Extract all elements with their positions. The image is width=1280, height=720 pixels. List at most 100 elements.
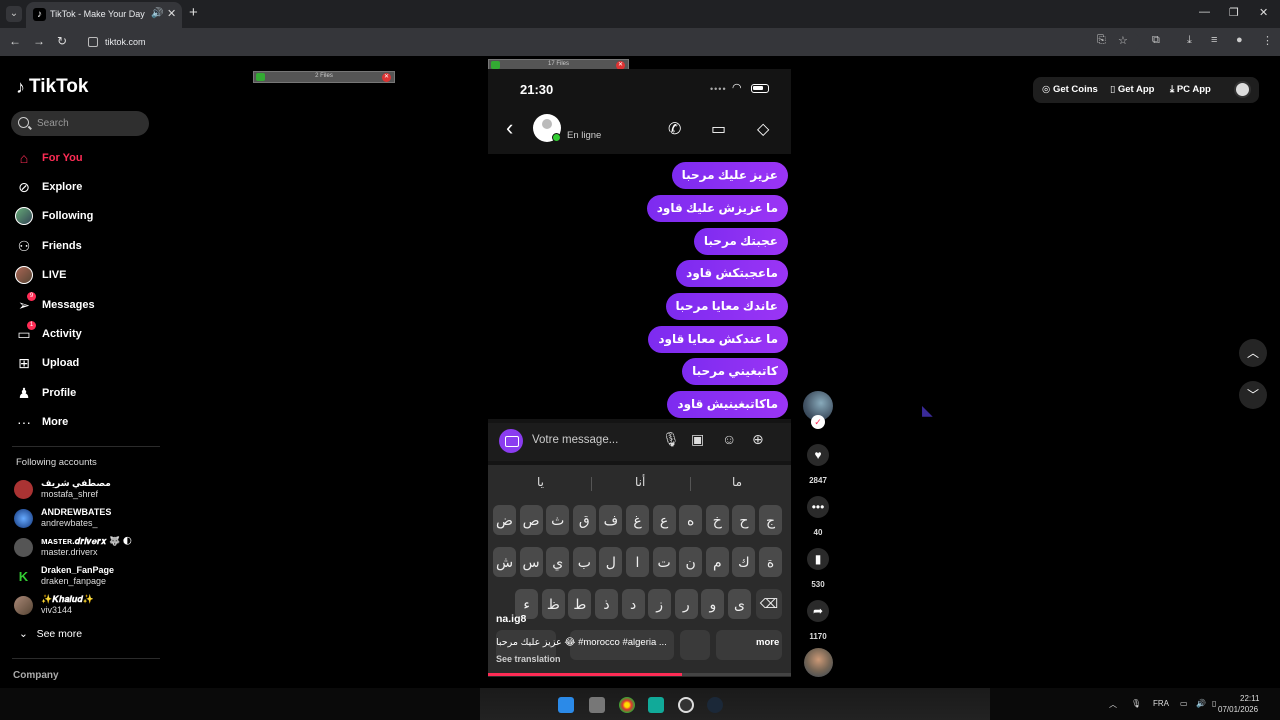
home-icon: ⌂ <box>19 150 29 166</box>
tab-search-dropdown-icon[interactable]: ⌄ <box>6 6 22 22</box>
user-avatar[interactable] <box>1234 81 1251 98</box>
message-composer: Votre message... 🎙 ▣ ☺ ⊕ <box>488 423 791 461</box>
close-window-icon[interactable]: ✕ <box>1259 6 1268 19</box>
keyboard-suggestion: أنا <box>635 475 646 489</box>
account-name: ᴍᴀsᴛᴇʀ.𝒅𝒓𝒊𝒗𝒆𝒓𝒙 🐺 🌓 <box>41 536 133 546</box>
next-video-chevron-down-icon[interactable]: ﹀ <box>1239 381 1267 409</box>
divider <box>12 658 160 659</box>
files-overlay-left[interactable]: 2 Files ✕ <box>253 71 395 83</box>
nav-label: Profile <box>42 387 77 399</box>
get-coins-button[interactable]: ◎ Get Coins <box>1042 84 1098 95</box>
extensions-icon[interactable]: ⧉ <box>1152 34 1160 47</box>
messages-badge: 9 <box>27 292 36 301</box>
share-arrow-icon[interactable]: ➦ <box>807 600 829 622</box>
file-explorer-icon[interactable] <box>589 697 605 713</box>
nav-friends[interactable]: ⚇ Friends <box>14 235 82 257</box>
nav-upload[interactable]: ⊞ Upload <box>14 352 79 374</box>
clock-time[interactable]: 22:11 <box>1240 694 1259 703</box>
tab-audio-icon[interactable]: 🔊 <box>151 8 163 19</box>
nav-following[interactable]: Following <box>14 205 93 227</box>
wifi-icon: ◠ <box>732 82 742 94</box>
search-input[interactable]: Search <box>37 118 69 129</box>
chrome-menu-icon[interactable]: ⋮ <box>1262 34 1273 47</box>
video-player[interactable]: 21:30 •••• ◠ ‹ En ligne ✆ ▭ ◇ عزيز عليك … <box>488 69 791 677</box>
minimize-icon[interactable]: — <box>1199 6 1210 18</box>
pc-app-button[interactable]: ⤓ PC App <box>1170 84 1211 95</box>
nav-explore[interactable]: ⊘ Explore <box>14 176 82 198</box>
nav-activity[interactable]: ▭ 1 Activity <box>14 321 82 345</box>
see-translation-button[interactable]: See translation <box>496 654 561 664</box>
video-author[interactable]: na.ig8 <box>496 613 526 625</box>
signal-icon: •••• <box>710 84 727 94</box>
account-name: ✨𝑲𝒉𝒂𝒍𝒖𝒅✨ <box>41 594 95 604</box>
windows-start-icon[interactable] <box>558 697 574 713</box>
nav-label: For You <box>42 152 83 164</box>
follow-plus-icon[interactable]: ✓ <box>811 415 825 429</box>
avatar <box>14 538 33 557</box>
chrome-icon[interactable] <box>619 697 635 713</box>
friends-icon: ⚇ <box>17 237 31 254</box>
get-app-label: Get App <box>1117 84 1155 95</box>
keyboard-key: ش <box>493 547 516 577</box>
avatar <box>14 480 33 499</box>
caption-more-button[interactable]: more <box>756 637 779 648</box>
more-icon: ··· <box>17 414 31 430</box>
comment-icon[interactable]: ••• <box>807 496 829 518</box>
company-link[interactable]: Company <box>13 670 59 681</box>
new-tab-button[interactable]: + <box>189 4 198 21</box>
nav-more[interactable]: ··· More <box>14 411 68 433</box>
search-box[interactable]: Search <box>11 111 149 136</box>
online-dot-icon <box>552 133 561 142</box>
tray-chevron-up-icon[interactable]: ︿ <box>1109 699 1117 710</box>
nav-label: Activity <box>42 328 82 340</box>
video-call-icon: ▭ <box>711 121 727 138</box>
tray-battery-icon[interactable]: ▯ <box>1212 699 1216 708</box>
account-handle: viv3144 <box>41 605 73 615</box>
nav-messages[interactable]: ➢ 9 Messages <box>14 292 95 316</box>
like-heart-icon[interactable]: ♥ <box>807 444 829 466</box>
obs-icon[interactable] <box>678 697 694 713</box>
compass-icon: ⊘ <box>18 178 30 195</box>
tray-network-icon[interactable]: ▭ <box>1180 699 1188 708</box>
nav-live[interactable]: LIVE <box>14 264 66 286</box>
message-bubble: عاندك معايا مرحبا <box>665 293 788 320</box>
bookmark-star-icon[interactable]: ☆ <box>1118 34 1128 47</box>
see-more-button[interactable]: ⌄ See more <box>19 628 82 640</box>
profile-icon: ♟ <box>17 384 31 401</box>
get-app-button[interactable]: ▯ Get App <box>1110 84 1154 95</box>
forward-icon[interactable]: → <box>33 34 45 48</box>
nav-profile[interactable]: ♟ Profile <box>14 382 77 404</box>
media-controls-icon[interactable]: ≡ <box>1211 34 1217 46</box>
nav-for-you[interactable]: ⌂ For You <box>14 147 83 169</box>
clock-date[interactable]: 07/01/2026 <box>1218 705 1258 714</box>
tray-volume-icon[interactable]: 🔊 <box>1196 699 1206 708</box>
site-info-icon[interactable] <box>88 37 98 47</box>
maximize-icon[interactable]: ❐ <box>1229 6 1239 19</box>
reload-icon[interactable]: ↻ <box>57 34 67 48</box>
avatar <box>14 509 33 528</box>
downloads-icon[interactable]: ⤓ <box>1187 34 1192 47</box>
address-bar[interactable]: tiktok.com <box>80 32 1140 52</box>
back-icon[interactable]: ← <box>9 34 21 48</box>
url-text[interactable]: tiktok.com <box>105 37 146 47</box>
gallery-icon: ▣ <box>691 431 705 447</box>
tab-title: TikTok - Make Your Day <box>50 9 145 19</box>
keyboard-key: ا <box>626 547 649 577</box>
tiktok-logo[interactable]: ♪ TikTok <box>16 76 88 98</box>
tray-microphone-icon[interactable]: 🎙 <box>1131 699 1141 708</box>
progress-fill <box>488 673 682 676</box>
tab-close-icon[interactable]: ✕ <box>167 7 176 20</box>
install-app-icon[interactable]: ⎘ <box>1097 34 1106 47</box>
video-progress-bar[interactable] <box>488 673 791 676</box>
app-icon[interactable] <box>648 697 664 713</box>
message-bubble: ماعجبتكش قاود <box>676 260 788 287</box>
previous-video-chevron-up-icon[interactable]: ︿ <box>1239 339 1267 367</box>
profile-avatar-icon[interactable]: ● <box>1236 34 1243 46</box>
bookmark-icon[interactable]: ▮ <box>807 548 829 570</box>
overlay-close-icon[interactable]: ✕ <box>382 73 391 82</box>
input-language[interactable]: FRA <box>1153 699 1169 708</box>
see-more-label: See more <box>36 628 83 640</box>
music-disc-avatar[interactable] <box>804 648 833 677</box>
steam-icon[interactable] <box>707 697 723 713</box>
browser-tab-tiktok[interactable]: ♪ TikTok - Make Your Day 🔊 ✕ <box>26 2 182 28</box>
